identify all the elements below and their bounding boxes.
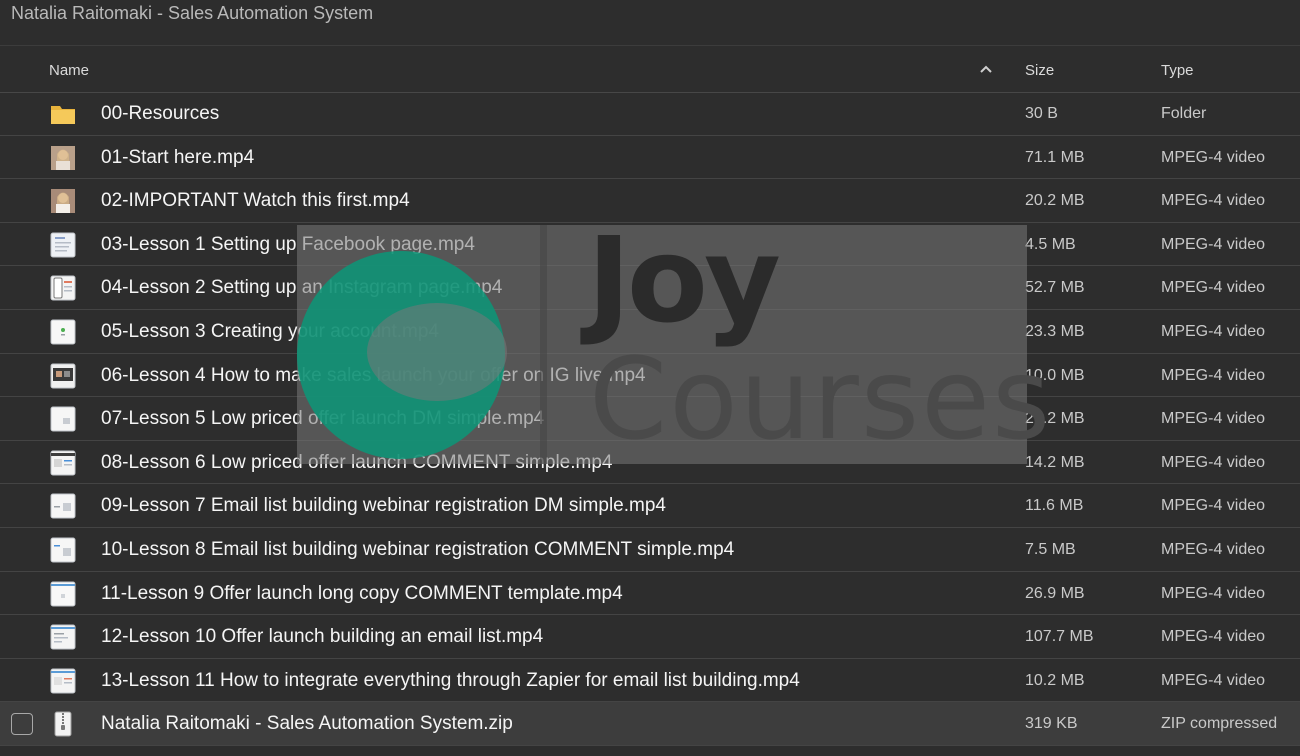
video-thumbnail-icon — [50, 537, 76, 563]
file-size: 10.0 MB — [1025, 366, 1085, 384]
file-size: 107.7 MB — [1025, 628, 1094, 646]
file-name: 09-Lesson 7 Email list building webinar … — [101, 495, 666, 517]
file-row-video[interactable]: 13-Lesson 11 How to integrate everything… — [0, 659, 1300, 703]
column-header-name[interactable]: Name — [49, 62, 89, 79]
title-bar: Natalia Raitomaki - Sales Automation Sys… — [0, 0, 1300, 46]
file-row-video[interactable]: 03-Lesson 1 Setting up Facebook page.mp4… — [0, 223, 1300, 267]
file-name: 03-Lesson 1 Setting up Facebook page.mp4 — [101, 233, 475, 255]
file-type: MPEG-4 video — [1161, 235, 1266, 253]
video-thumbnail-icon — [50, 493, 76, 519]
column-header-size[interactable]: Size — [1025, 62, 1054, 79]
file-name: 07-Lesson 5 Low priced offer launch DM s… — [101, 408, 545, 430]
video-thumbnail-icon — [50, 363, 76, 389]
video-thumbnail-icon — [50, 275, 76, 301]
file-size: 14.2 MB — [1025, 453, 1085, 471]
file-type: MPEG-4 video — [1161, 453, 1266, 471]
file-type: MPEG-4 video — [1161, 192, 1266, 210]
file-name: 04-Lesson 2 Setting up an Instagram page… — [101, 277, 503, 299]
file-list: 00-Resources 30 B Folder 01-Start here.m… — [0, 92, 1300, 746]
column-header-row: Name Size Type — [0, 46, 1300, 93]
file-size: 26.9 MB — [1025, 584, 1085, 602]
video-thumbnail-icon — [50, 624, 76, 650]
column-header-type[interactable]: Type — [1161, 62, 1194, 79]
file-name: 01-Start here.mp4 — [101, 146, 255, 168]
video-thumbnail-icon — [51, 189, 75, 214]
file-type: MPEG-4 video — [1161, 366, 1266, 384]
zip-icon — [54, 711, 72, 737]
file-name: 02-IMPORTANT Watch this first.mp4 — [101, 190, 410, 212]
file-size: 7.5 MB — [1025, 540, 1076, 558]
folder-icon — [51, 106, 75, 124]
file-row-zip[interactable]: Natalia Raitomaki - Sales Automation Sys… — [0, 702, 1300, 746]
file-name: 12-Lesson 10 Offer launch building an em… — [101, 626, 544, 648]
file-size: 21.2 MB — [1025, 410, 1085, 428]
video-thumbnail-icon — [50, 668, 76, 694]
video-thumbnail-icon — [51, 145, 75, 170]
file-size: 4.5 MB — [1025, 235, 1076, 253]
file-name: 08-Lesson 6 Low priced offer launch COMM… — [101, 451, 613, 473]
file-size: 11.6 MB — [1025, 497, 1084, 515]
file-type: MPEG-4 video — [1161, 322, 1266, 340]
file-row-video[interactable]: 12-Lesson 10 Offer launch building an em… — [0, 615, 1300, 659]
file-row-video[interactable]: 05-Lesson 3 Creating your account.mp4 23… — [0, 310, 1300, 354]
file-type: MPEG-4 video — [1161, 497, 1266, 515]
video-thumbnail-icon — [50, 581, 76, 607]
file-type: MPEG-4 video — [1161, 584, 1266, 602]
file-row-video[interactable]: 01-Start here.mp4 71.1 MB MPEG-4 video — [0, 136, 1300, 180]
file-name: 06-Lesson 4 How to make sales launch you… — [101, 364, 646, 386]
video-thumbnail-icon — [50, 319, 76, 345]
video-thumbnail-icon — [50, 450, 76, 476]
sort-ascending-icon[interactable] — [979, 64, 993, 74]
file-size: 71.1 MB — [1025, 148, 1085, 166]
file-row-video[interactable]: 09-Lesson 7 Email list building webinar … — [0, 484, 1300, 528]
file-type: MPEG-4 video — [1161, 148, 1266, 166]
file-name: 11-Lesson 9 Offer launch long copy COMME… — [101, 582, 623, 604]
video-thumbnail-icon — [50, 232, 76, 258]
file-row-video[interactable]: 08-Lesson 6 Low priced offer launch COMM… — [0, 441, 1300, 485]
file-type: ZIP compressed — [1161, 715, 1278, 733]
file-type: MPEG-4 video — [1161, 410, 1266, 428]
select-checkbox[interactable] — [11, 713, 33, 736]
file-type: MPEG-4 video — [1161, 279, 1266, 297]
file-name: 13-Lesson 11 How to integrate everything… — [101, 669, 800, 691]
file-type: MPEG-4 video — [1161, 540, 1266, 558]
file-name: 10-Lesson 8 Email list building webinar … — [101, 538, 735, 560]
file-size: 52.7 MB — [1025, 279, 1085, 297]
file-row-video[interactable]: 07-Lesson 5 Low priced offer launch DM s… — [0, 397, 1300, 441]
file-size: 30 B — [1025, 105, 1058, 122]
file-row-video[interactable]: 02-IMPORTANT Watch this first.mp4 20.2 M… — [0, 179, 1300, 223]
file-type: MPEG-4 video — [1161, 628, 1266, 646]
file-name: 05-Lesson 3 Creating your account.mp4 — [101, 320, 439, 342]
file-type: Folder — [1161, 105, 1207, 122]
file-row-video[interactable]: 10-Lesson 8 Email list building webinar … — [0, 528, 1300, 572]
window-title: Natalia Raitomaki - Sales Automation Sys… — [11, 3, 374, 23]
file-size: 23.3 MB — [1025, 322, 1085, 340]
file-row-video[interactable]: 06-Lesson 4 How to make sales launch you… — [0, 354, 1300, 398]
file-size: 20.2 MB — [1025, 192, 1085, 210]
file-row-video[interactable]: 11-Lesson 9 Offer launch long copy COMME… — [0, 572, 1300, 616]
file-size: 319 KB — [1025, 715, 1078, 733]
video-thumbnail-icon — [50, 406, 76, 432]
file-size: 10.2 MB — [1025, 671, 1085, 689]
file-row-video[interactable]: 04-Lesson 2 Setting up an Instagram page… — [0, 266, 1300, 310]
file-type: MPEG-4 video — [1161, 671, 1266, 689]
file-row-resources[interactable]: 00-Resources 30 B Folder — [0, 92, 1300, 136]
file-manager-window: Natalia Raitomaki - Sales Automation Sys… — [0, 0, 1300, 756]
file-name: Natalia Raitomaki - Sales Automation Sys… — [101, 713, 513, 735]
file-name: 00-Resources — [101, 103, 220, 124]
